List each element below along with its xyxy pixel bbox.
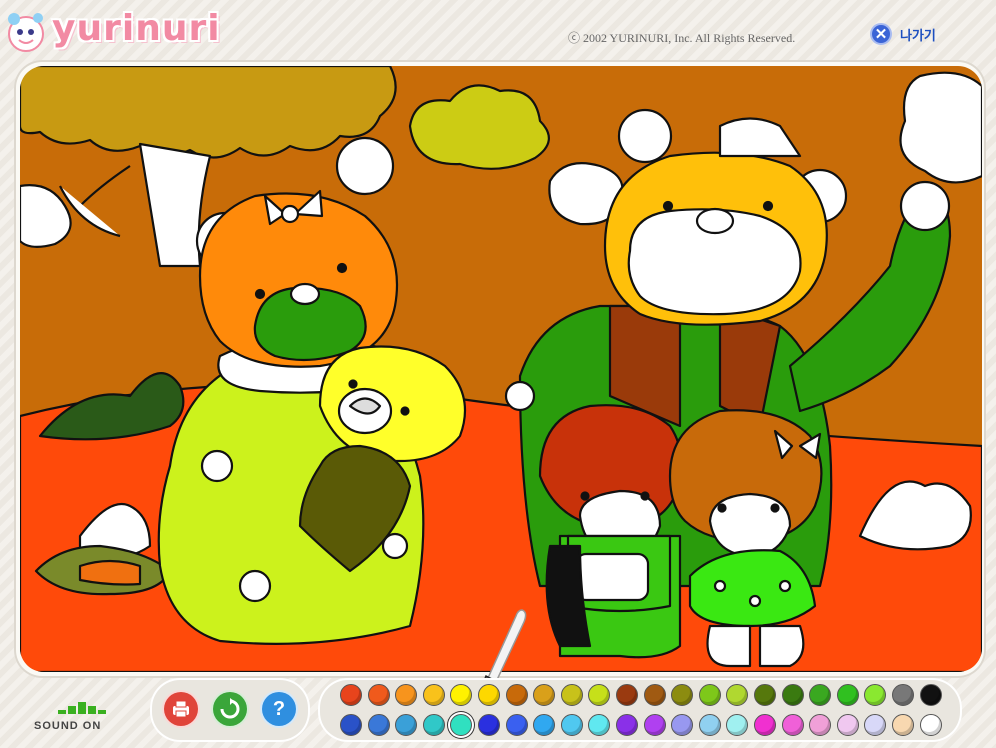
color-swatch[interactable] [616, 714, 638, 736]
color-swatch[interactable] [616, 684, 638, 706]
header: yurinuri ⓒ 2002 YURINURI, Inc. All Right… [0, 0, 996, 62]
color-swatch[interactable] [892, 684, 914, 706]
color-swatch[interactable] [919, 684, 942, 706]
equalizer-icon [58, 702, 106, 714]
help-button[interactable]: ? [260, 690, 298, 728]
color-swatch[interactable] [588, 714, 611, 736]
color-swatch[interactable] [919, 714, 942, 736]
color-swatch[interactable] [809, 714, 832, 736]
reset-button[interactable] [211, 690, 249, 728]
printer-icon [173, 700, 189, 718]
color-swatch[interactable] [533, 714, 556, 736]
color-swatch[interactable] [450, 684, 473, 706]
color-swatch[interactable] [560, 684, 583, 706]
color-swatch[interactable] [422, 684, 445, 706]
coloring-canvas[interactable] [20, 66, 982, 672]
color-swatch[interactable] [671, 714, 694, 736]
color-swatch[interactable] [478, 714, 500, 736]
color-swatch[interactable] [505, 684, 528, 706]
color-swatch[interactable] [588, 684, 611, 706]
color-swatch[interactable] [698, 714, 721, 736]
logo-mascot-icon [8, 13, 44, 52]
tool-buttons: ? [150, 678, 310, 742]
color-swatch[interactable] [754, 714, 776, 736]
color-swatch[interactable] [671, 684, 694, 706]
color-swatch[interactable] [809, 684, 832, 706]
logo: yurinuri [4, 6, 234, 52]
question-icon: ? [272, 697, 286, 720]
color-swatch[interactable] [505, 714, 528, 736]
copyright-text: ⓒ 2002 YURINURI, Inc. All Rights Reserve… [568, 31, 796, 45]
exit-button[interactable]: ✕ 나가기 [870, 20, 936, 48]
color-swatch[interactable] [422, 714, 445, 736]
color-swatch[interactable] [367, 684, 390, 706]
color-palette [318, 678, 962, 742]
color-swatch[interactable] [726, 684, 749, 706]
color-swatch[interactable] [560, 714, 583, 736]
sound-toggle[interactable]: SOUND ON [32, 688, 112, 738]
color-swatch[interactable] [781, 714, 804, 736]
exit-label: 나가기 [900, 27, 936, 43]
logo-text: yurinuri [52, 8, 221, 49]
color-swatch[interactable] [892, 714, 914, 736]
refresh-icon [220, 698, 240, 719]
color-swatch[interactable] [698, 684, 721, 706]
color-swatch[interactable] [643, 714, 666, 736]
color-swatch[interactable] [864, 684, 887, 706]
color-swatch[interactable] [726, 714, 749, 736]
bottom-toolbar: SOUND ON ? [0, 676, 996, 748]
print-button[interactable] [162, 690, 200, 728]
color-swatch[interactable] [836, 714, 859, 736]
color-swatch[interactable] [836, 684, 859, 706]
close-icon: ✕ [870, 23, 892, 45]
color-swatch[interactable] [864, 714, 887, 736]
color-swatch[interactable] [450, 714, 473, 736]
color-swatch[interactable] [367, 714, 390, 736]
color-swatch[interactable] [340, 684, 362, 706]
sound-label: SOUND ON [34, 720, 102, 732]
coloring-picture[interactable] [20, 66, 982, 672]
color-swatch[interactable] [340, 714, 362, 736]
color-swatch[interactable] [781, 684, 804, 706]
color-swatch[interactable] [395, 684, 418, 706]
color-swatch[interactable] [533, 684, 556, 706]
color-swatch[interactable] [754, 684, 776, 706]
color-swatch[interactable] [478, 684, 500, 706]
color-swatch[interactable] [643, 684, 666, 706]
color-swatch[interactable] [395, 714, 418, 736]
